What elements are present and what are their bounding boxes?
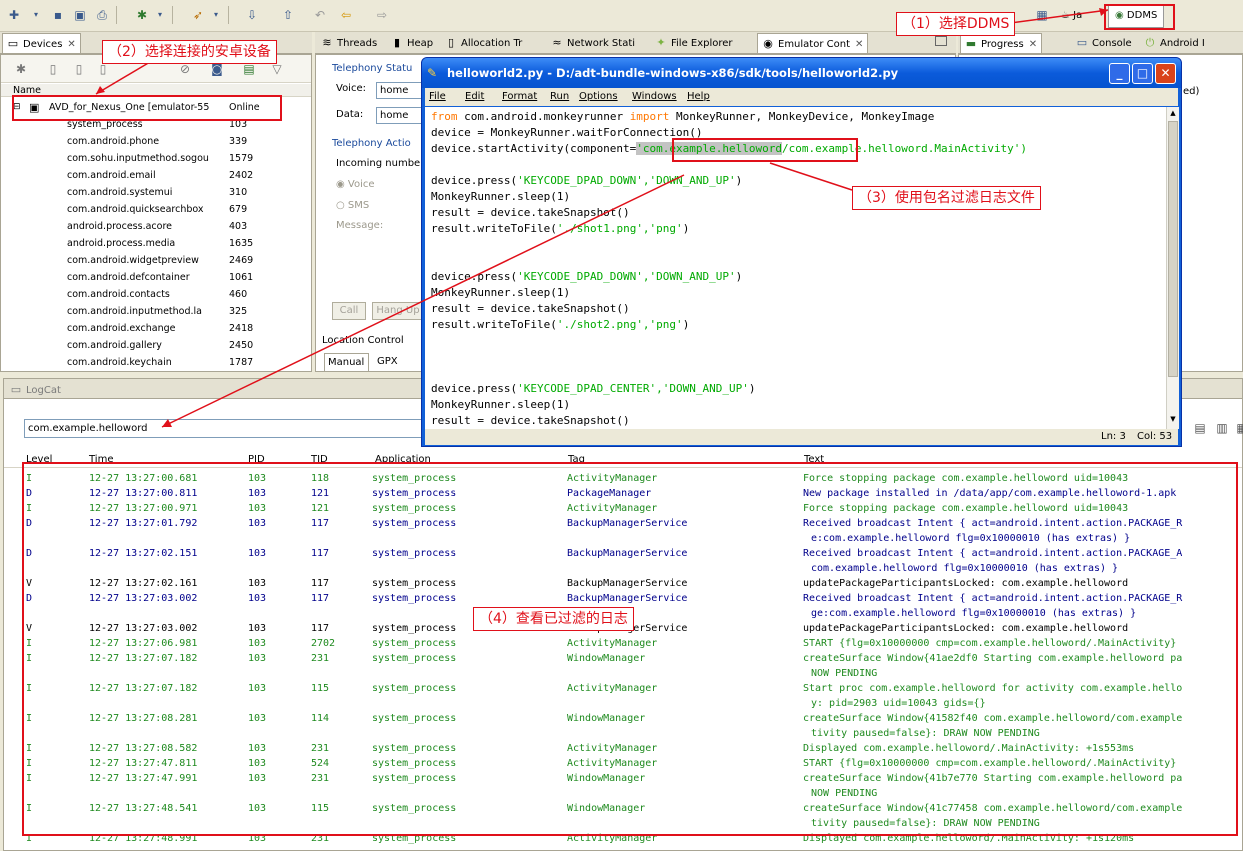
annotation-box-logs — [22, 462, 1238, 836]
annotation-box-device — [12, 95, 282, 121]
annotation-step4: （4）查看已过滤的日志 — [473, 607, 634, 631]
annotation-step3: （3）使用包名过滤日志文件 — [852, 186, 1041, 210]
annotation-step1: （1）选择DDMS — [896, 12, 1016, 36]
annotation-step2: （2）选择连接的安卓设备 — [102, 40, 277, 64]
annotation-box-ddms — [1104, 4, 1175, 30]
annotation-box-package — [672, 138, 858, 162]
